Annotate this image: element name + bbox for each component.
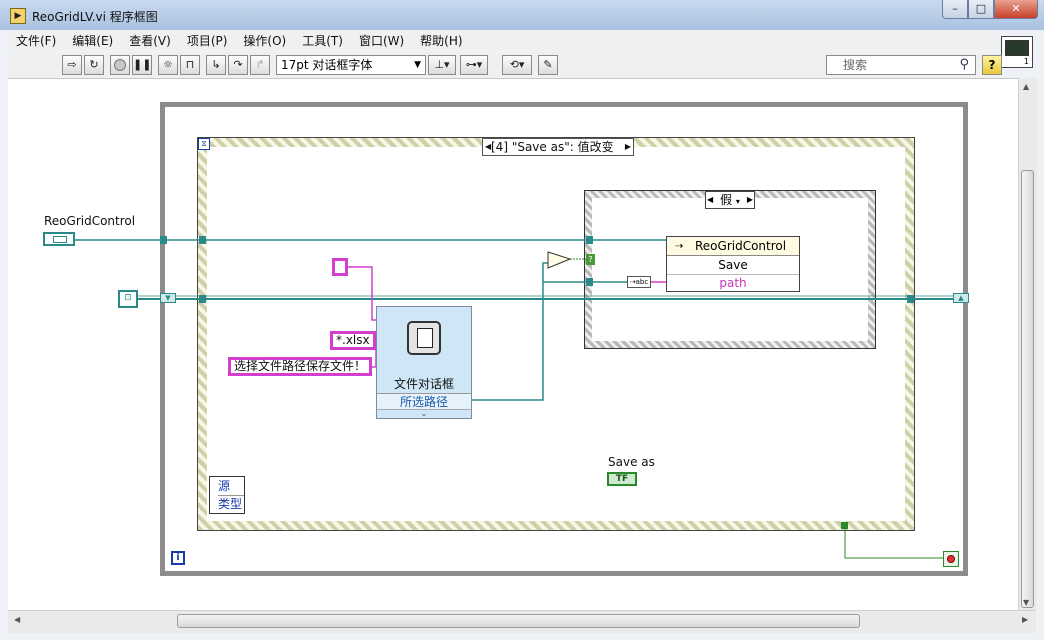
file-dialog-output[interactable]: 所选路径 — [377, 393, 471, 410]
boolean-label: Save as — [608, 455, 655, 469]
tunnel-path-event-in — [199, 295, 206, 303]
file-dialog-title: 文件对话框 — [393, 377, 454, 391]
invoke-method[interactable]: Save — [667, 257, 799, 275]
file-dialog-icon — [407, 321, 441, 355]
refnum-terminal[interactable] — [43, 232, 75, 246]
invoke-arrow-icon: ⇢ — [675, 241, 684, 252]
tunnel-path-event-out — [907, 295, 914, 303]
event-data-node[interactable]: 源 类型 — [209, 476, 245, 514]
wires-layer — [75, 236, 955, 559]
pattern-string-constant[interactable]: *.xlsx — [330, 331, 376, 350]
path-constant-icon[interactable]: ⊡ — [118, 290, 138, 308]
event-data-type[interactable]: 类型 — [218, 496, 244, 513]
loop-iteration-terminal[interactable]: i — [171, 551, 185, 565]
stop-wire — [844, 526, 943, 559]
invoke-param-path[interactable]: path — [667, 275, 799, 291]
file-dialog-node[interactable]: 文件对话框 所选路径 ⌄ — [376, 306, 472, 419]
tunnel-ref-loop — [160, 236, 167, 244]
selected-path-wire — [472, 262, 548, 401]
stop-condition-terminal[interactable] — [943, 551, 959, 567]
tunnel-ref-case — [586, 236, 593, 244]
document-icon — [417, 328, 433, 348]
expand-terminals-icon[interactable]: ⌄ — [377, 409, 471, 419]
event-data-source[interactable]: 源 — [218, 478, 244, 496]
refnum-icon — [53, 236, 67, 243]
prompt-string-constant[interactable]: 选择文件路径保存文件！ — [228, 357, 373, 376]
tunnel-ref-event — [199, 236, 206, 244]
tunnel-path-case — [586, 278, 593, 286]
empty-string-constant[interactable] — [332, 258, 348, 276]
refnum-control-label: ReoGridControl — [44, 214, 136, 228]
tunnel-stop — [841, 522, 848, 529]
compare-node — [547, 251, 572, 269]
shift-register-right[interactable]: ▲ — [953, 293, 969, 303]
invoke-class-label: ReoGridControl — [695, 239, 787, 253]
shift-register-left[interactable]: ▼ — [160, 293, 176, 303]
stop-icon — [947, 555, 955, 563]
invoke-node-header[interactable]: ⇢ ReoGridControl — [667, 237, 799, 256]
boolean-terminal[interactable]: TF — [607, 472, 637, 486]
invoke-node[interactable]: ⇢ ReoGridControl Save path — [666, 236, 800, 292]
to-path-node[interactable]: ⇢abc — [627, 276, 651, 288]
